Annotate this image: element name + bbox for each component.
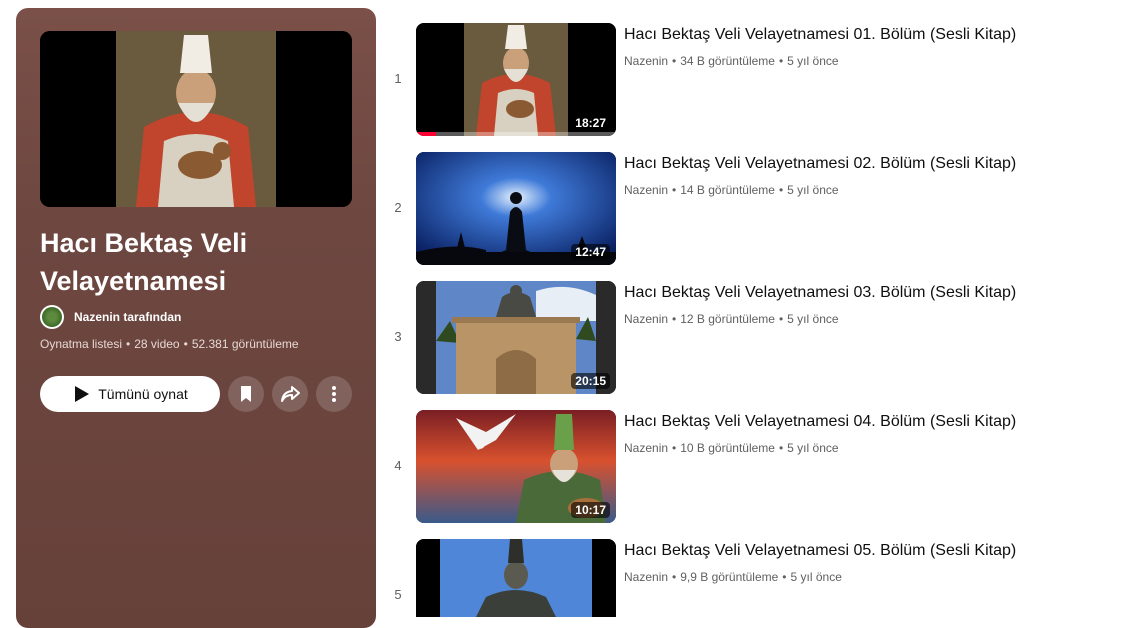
video-views: 10 B görüntüleme	[680, 441, 775, 455]
video-channel[interactable]: Nazenin	[624, 54, 668, 68]
playlist-type: Oynatma listesi	[40, 337, 123, 351]
play-icon	[75, 386, 90, 402]
video-title[interactable]: Hacı Bektaş Veli Velayetnamesi 05. Bölüm…	[624, 540, 1016, 562]
video-channel[interactable]: Nazenin	[624, 183, 668, 197]
playlist-video-item[interactable]: 4 10:17 Hacı Bektaş Veli Velayetnamesi 0…	[386, 410, 1126, 523]
video-index: 5	[394, 587, 402, 602]
playlist-meta: Oynatma listesi • 28 video • 52.381 görüntül…	[40, 337, 299, 351]
video-title[interactable]: Hacı Bektaş Veli Velayetnamesi 04. Bölüm…	[624, 411, 1016, 433]
share-icon	[281, 386, 300, 402]
playlist-video-item[interactable]: 1 18:27 Hacı Bektaş Veli Velayetnamesi 0…	[386, 23, 1126, 136]
watch-progress-fill	[416, 132, 436, 136]
video-title[interactable]: Hacı Bektaş Veli Velayetnamesi 01. Bölüm…	[624, 24, 1016, 46]
video-duration: 10:17	[571, 502, 610, 518]
video-channel[interactable]: Nazenin	[624, 441, 668, 455]
video-duration: 12:47	[571, 244, 610, 260]
video-index: 4	[394, 458, 402, 473]
play-all-button[interactable]: Tümünü oynat	[40, 376, 220, 412]
video-meta: Nazenin • 34 B görüntüleme • 5 yıl önce	[624, 54, 839, 68]
video-views: 34 B görüntüleme	[680, 54, 775, 68]
video-title[interactable]: Hacı Bektaş Veli Velayetnamesi 02. Bölüm…	[624, 153, 1016, 175]
video-thumbnail[interactable]: 18:27	[416, 23, 616, 136]
playlist-views: 52.381 görüntüleme	[191, 337, 299, 351]
playlist-header-panel: Hacı Bektaş Veli Velayetnamesi Nazenin t…	[16, 8, 376, 628]
video-thumbnail[interactable]: 12:47	[416, 152, 616, 265]
owner-name[interactable]: Nazenin tarafından	[74, 310, 181, 324]
video-views: 9,9 B görüntüleme	[680, 570, 779, 584]
video-views: 14 B görüntüleme	[680, 183, 775, 197]
video-channel[interactable]: Nazenin	[624, 570, 668, 584]
video-count: 28 video	[134, 337, 180, 351]
video-index: 2	[394, 200, 402, 215]
video-age: 5 yıl önce	[787, 441, 839, 455]
video-views: 12 B görüntüleme	[680, 312, 775, 326]
video-title[interactable]: Hacı Bektaş Veli Velayetnamesi 03. Bölüm…	[624, 282, 1016, 304]
playlist-owner[interactable]: Nazenin tarafından	[40, 305, 181, 329]
playlist-video-item[interactable]: 5 Hacı Bektaş Veli Velayetnamesi 05. Böl…	[386, 539, 1126, 617]
playlist-title: Hacı Bektaş Veli Velayetnamesi	[40, 228, 248, 296]
save-playlist-button[interactable]	[228, 376, 264, 412]
video-duration: 18:27	[571, 115, 610, 131]
more-options-button[interactable]	[316, 376, 352, 412]
video-thumbnail[interactable]: 10:17	[416, 410, 616, 523]
video-duration: 20:15	[571, 373, 610, 389]
playlist-cover-thumbnail[interactable]	[40, 31, 352, 207]
portrait-image	[40, 31, 352, 207]
video-index: 3	[394, 329, 402, 344]
video-meta: Nazenin • 10 B görüntüleme • 5 yıl önce	[624, 441, 839, 455]
video-age: 5 yıl önce	[787, 54, 839, 68]
video-age: 5 yıl önce	[790, 570, 842, 584]
video-meta: Nazenin • 9,9 B görüntüleme • 5 yıl önce	[624, 570, 842, 584]
video-thumbnail[interactable]: 20:15	[416, 281, 616, 394]
play-all-label: Tümünü oynat	[98, 386, 188, 402]
video-meta: Nazenin • 14 B görüntüleme • 5 yıl önce	[624, 183, 839, 197]
video-age: 5 yıl önce	[787, 183, 839, 197]
playlist-actions: Tümünü oynat	[40, 376, 352, 412]
bookmark-icon	[241, 386, 251, 402]
thumbnail-image	[416, 539, 616, 617]
video-index: 1	[394, 71, 402, 86]
video-meta: Nazenin • 12 B görüntüleme • 5 yıl önce	[624, 312, 839, 326]
video-channel[interactable]: Nazenin	[624, 312, 668, 326]
more-icon	[332, 386, 336, 402]
share-button[interactable]	[272, 376, 308, 412]
watch-progress-bar	[416, 132, 616, 136]
video-thumbnail[interactable]	[416, 539, 616, 617]
video-age: 5 yıl önce	[787, 312, 839, 326]
playlist-video-item[interactable]: 3 20:15 Hacı Bektaş Veli Velayetnamesi 0…	[386, 281, 1126, 394]
channel-avatar[interactable]	[40, 305, 64, 329]
playlist-video-item[interactable]: 2 12:47 Hacı Bektaş Veli Velayetnamesi 0…	[386, 152, 1126, 265]
